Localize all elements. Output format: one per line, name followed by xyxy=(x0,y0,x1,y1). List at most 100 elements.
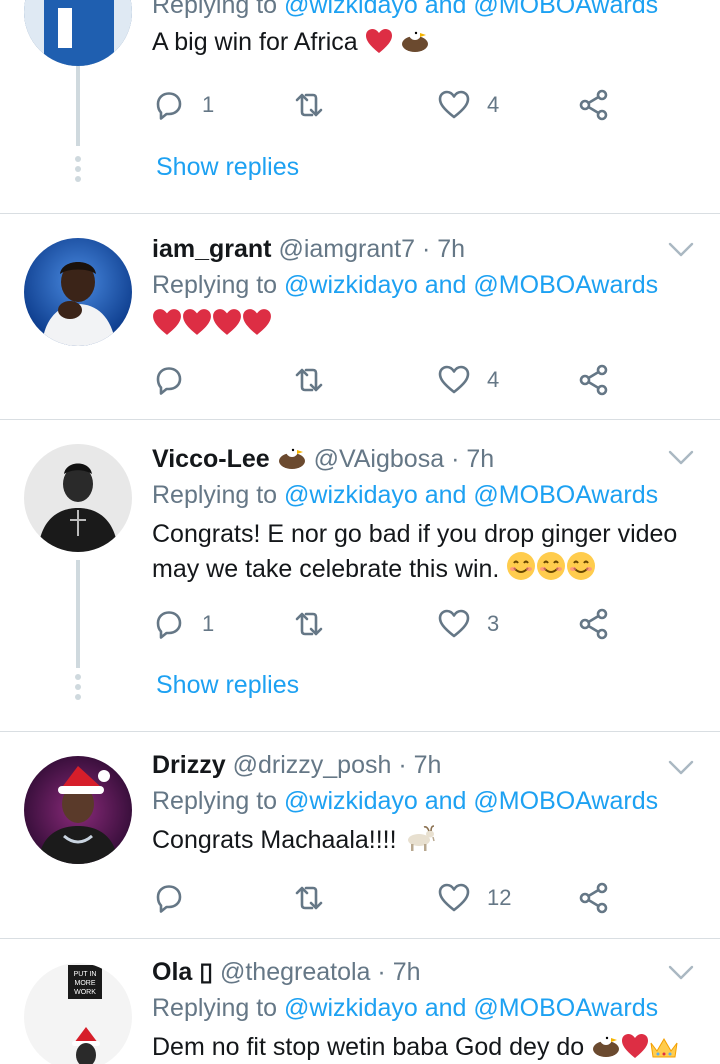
retweet-button[interactable] xyxy=(292,604,326,644)
red-heart-emoji xyxy=(182,308,212,345)
avatar[interactable] xyxy=(24,0,132,66)
share-icon xyxy=(579,364,608,396)
mention-link[interactable]: @wizkidayo xyxy=(284,271,418,299)
display-name[interactable]: Vicco-Lee xyxy=(152,445,270,473)
share-button[interactable] xyxy=(577,604,611,644)
tweet-header: Drizzy @drizzy_posh · 7h xyxy=(152,751,442,779)
like-button[interactable]: 4 xyxy=(437,85,499,125)
reply-button[interactable]: 1 xyxy=(152,604,214,644)
eagle-emoji xyxy=(591,1031,621,1064)
share-icon xyxy=(579,89,608,121)
retweet-button[interactable] xyxy=(292,85,326,125)
avatar-image xyxy=(24,756,132,864)
heart-icon xyxy=(438,883,470,912)
smiling-face-emoji xyxy=(506,551,536,590)
display-name[interactable]: Ola xyxy=(152,958,192,986)
reply-icon xyxy=(156,885,182,913)
mention-link[interactable]: @MOBOAwards xyxy=(473,994,658,1022)
red-heart-emoji xyxy=(621,1033,649,1064)
user-handle[interactable]: @drizzy_posh xyxy=(233,751,392,779)
replying-to: Replying to @wizkidayo and @MOBOAwards xyxy=(152,271,659,299)
avatar-image xyxy=(24,444,132,552)
retweet-icon xyxy=(295,612,323,636)
tweet-header: Ola ▯ @thegreatola · 7h xyxy=(152,958,421,986)
avatar[interactable] xyxy=(24,444,132,552)
like-button[interactable]: 12 xyxy=(437,878,511,918)
timestamp[interactable]: 7h xyxy=(466,445,494,473)
chevron-down-icon[interactable] xyxy=(668,965,694,981)
display-name[interactable]: Drizzy xyxy=(152,751,226,779)
thread-line xyxy=(76,560,80,668)
eagle-emoji xyxy=(277,443,307,480)
mention-link[interactable]: @MOBOAwards xyxy=(473,0,658,19)
tweet-0[interactable]: Replying to @wizkidayo and @MOBOAwards A… xyxy=(0,0,720,213)
tweet-header: iam_grant @iamgrant7 · 7h xyxy=(152,235,466,263)
heart-icon xyxy=(438,365,470,394)
display-name[interactable]: iam_grant xyxy=(152,235,271,263)
mention-link[interactable]: @wizkidayo xyxy=(284,0,418,19)
tweet-3[interactable]: Drizzy @drizzy_posh · 7h Replying to @wi… xyxy=(0,732,720,938)
svg-text:WORK: WORK xyxy=(74,989,96,996)
tweet-text: Congrats Machaala!!!! xyxy=(152,823,720,861)
chevron-down-icon[interactable] xyxy=(668,242,694,258)
timestamp[interactable]: 7h xyxy=(414,751,442,779)
retweet-icon xyxy=(295,368,323,392)
replying-to: Replying to @wizkidayo and @MOBOAwards xyxy=(152,787,659,815)
show-replies-link[interactable]: Show replies xyxy=(156,671,299,700)
tweet-2[interactable]: Vicco-Lee @VAigbosa · 7h Replying to @wi… xyxy=(0,420,720,731)
tweet-text: Congrats! E nor go bad if you drop ginge… xyxy=(152,517,720,590)
chevron-down-icon[interactable] xyxy=(668,760,694,776)
share-icon xyxy=(579,882,608,914)
like-count: 3 xyxy=(487,611,500,636)
heart-icon xyxy=(438,90,470,119)
tweet-text: Dem no fit stop wetin baba God dey do xyxy=(152,1030,720,1064)
avatar-image xyxy=(24,0,132,66)
show-replies-link[interactable]: Show replies xyxy=(156,153,299,182)
replying-to: Replying to @wizkidayo and @MOBOAwards xyxy=(152,0,720,23)
red-heart-emoji xyxy=(212,308,242,345)
avatar-image: PUT IN MORE WORK xyxy=(24,963,132,1064)
retweet-icon xyxy=(295,886,323,910)
reply-icon xyxy=(156,92,182,120)
share-icon xyxy=(579,608,608,640)
reply-button[interactable]: 1 xyxy=(152,85,214,125)
thread-dots xyxy=(74,156,82,186)
thread-line xyxy=(76,66,80,146)
like-count: 4 xyxy=(487,92,500,117)
tweet-4[interactable]: PUT IN MORE WORK Ola ▯ @thegreatola · 7h… xyxy=(0,939,720,1064)
like-button[interactable]: 3 xyxy=(437,604,499,644)
reply-button[interactable] xyxy=(152,878,186,918)
reply-button[interactable] xyxy=(152,360,186,400)
user-handle[interactable]: @thegreatola xyxy=(220,958,370,986)
share-button[interactable] xyxy=(577,878,611,918)
mention-link[interactable]: @MOBOAwards xyxy=(473,271,658,299)
user-handle[interactable]: @iamgrant7 xyxy=(278,235,415,263)
thread-dots xyxy=(74,674,82,704)
like-button[interactable]: 4 xyxy=(437,360,499,400)
reply-icon xyxy=(156,611,182,639)
tweet-text: A big win for Africa xyxy=(152,25,720,63)
tweet-1[interactable]: iam_grant @iamgrant7 · 7h Replying to @w… xyxy=(0,214,720,419)
reply-count: 1 xyxy=(202,92,215,117)
avatar[interactable]: PUT IN MORE WORK xyxy=(24,963,132,1064)
timestamp[interactable]: 7h xyxy=(393,958,421,986)
user-handle[interactable]: @VAigbosa xyxy=(314,445,445,473)
reply-icon xyxy=(156,367,182,395)
timestamp[interactable]: 7h xyxy=(437,235,465,263)
mention-link[interactable]: @MOBOAwards xyxy=(473,787,658,815)
retweet-button[interactable] xyxy=(292,878,326,918)
avatar[interactable] xyxy=(24,756,132,864)
retweet-button[interactable] xyxy=(292,360,326,400)
mention-link[interactable]: @wizkidayo xyxy=(284,994,418,1022)
like-count: 12 xyxy=(487,885,512,910)
name-glyph: ▯ xyxy=(199,958,214,986)
share-button[interactable] xyxy=(577,85,611,125)
share-button[interactable] xyxy=(577,360,611,400)
avatar[interactable] xyxy=(24,238,132,346)
reply-count: 1 xyxy=(202,611,215,636)
mention-link[interactable]: @wizkidayo xyxy=(284,787,418,815)
mention-link[interactable]: @wizkidayo xyxy=(284,481,418,509)
svg-text:MORE: MORE xyxy=(75,980,96,987)
chevron-down-icon[interactable] xyxy=(668,450,694,466)
mention-link[interactable]: @MOBOAwards xyxy=(473,481,658,509)
